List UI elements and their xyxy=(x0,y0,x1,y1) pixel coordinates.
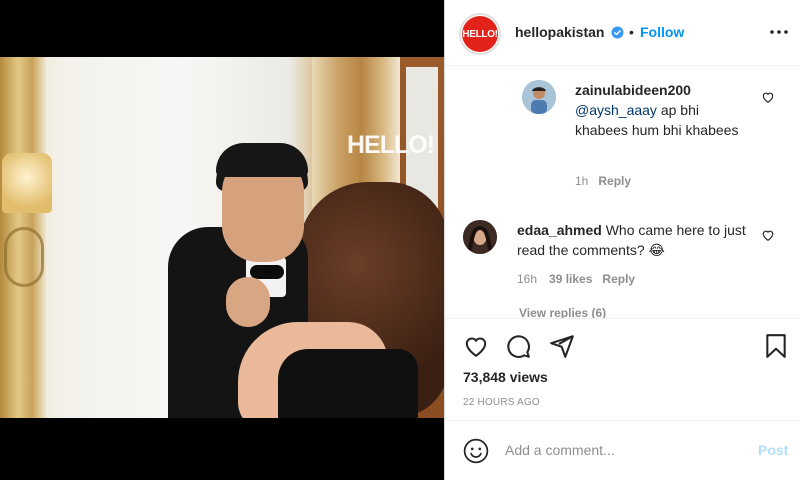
post-sidebar: HELLO! hellopakistan • Follow zainulabid… xyxy=(444,0,800,480)
follow-button[interactable]: Follow xyxy=(640,24,684,40)
bow-tie xyxy=(250,265,284,279)
woman-dress xyxy=(278,349,418,418)
avatar-logo: HELLO! xyxy=(462,16,498,52)
wall-sconce xyxy=(4,227,44,287)
commenter-avatar[interactable] xyxy=(522,80,556,114)
comment-username[interactable]: zainulabideen200 xyxy=(575,82,691,98)
verified-badge-icon xyxy=(611,26,624,39)
comment-meta: 1h Reply xyxy=(575,174,631,188)
comment-like-icon[interactable] xyxy=(761,228,775,242)
comments-list[interactable]: zainulabideen200 @aysh_aaay ap bhi khabe… xyxy=(445,66,800,318)
post-media[interactable]: HELLO! xyxy=(0,0,444,480)
author-username[interactable]: hellopakistan xyxy=(515,24,604,40)
comment-like-icon[interactable] xyxy=(761,90,775,104)
smiley-icon[interactable] xyxy=(463,438,489,464)
comment-time[interactable]: 16h xyxy=(517,272,537,286)
comment-mention[interactable]: @aysh_aaay xyxy=(575,102,657,118)
bookmark-icon[interactable] xyxy=(763,333,789,359)
man-hair-top xyxy=(216,143,308,177)
comment-likes[interactable]: 39 likes xyxy=(549,272,592,286)
comment-text: edaa_ahmed Who came here to just read th… xyxy=(517,220,757,260)
views-count[interactable]: 73,848 views xyxy=(463,369,548,385)
comment-item: zainulabideen200 @aysh_aaay ap bhi khabe… xyxy=(445,66,800,196)
view-replies-button[interactable]: View replies (6) xyxy=(519,306,606,318)
post-actions: 73,848 views 22 HOURS AGO xyxy=(445,318,800,416)
share-icon[interactable] xyxy=(549,333,575,359)
video-frame[interactable]: HELLO! xyxy=(0,57,444,418)
video-watermark: HELLO! xyxy=(347,131,435,159)
comment-input[interactable] xyxy=(505,439,735,461)
more-horizontal-icon[interactable] xyxy=(767,20,791,44)
heart-icon[interactable] xyxy=(463,333,489,359)
post-header: HELLO! hellopakistan • Follow xyxy=(445,0,800,66)
comment-time[interactable]: 1h xyxy=(575,174,588,188)
comment-text: zainulabideen200 @aysh_aaay ap bhi khabe… xyxy=(575,80,745,140)
post-comment-button[interactable]: Post xyxy=(758,442,788,458)
separator-dot: • xyxy=(629,24,634,40)
commenter-avatar[interactable] xyxy=(463,220,497,254)
lamp xyxy=(2,153,52,213)
comment-icon[interactable] xyxy=(505,333,531,359)
author-avatar[interactable]: HELLO! xyxy=(459,13,501,55)
comment-username[interactable]: edaa_ahmed xyxy=(517,222,602,238)
add-comment-bar: Post xyxy=(445,420,800,480)
comment-item: edaa_ahmed Who came here to just read th… xyxy=(445,206,800,306)
comment-meta: 16h 39 likes Reply xyxy=(517,272,635,286)
reply-button[interactable]: Reply xyxy=(602,272,635,286)
post-timestamp[interactable]: 22 HOURS AGO xyxy=(463,397,540,408)
reply-button[interactable]: Reply xyxy=(598,174,631,188)
hand xyxy=(226,277,270,327)
